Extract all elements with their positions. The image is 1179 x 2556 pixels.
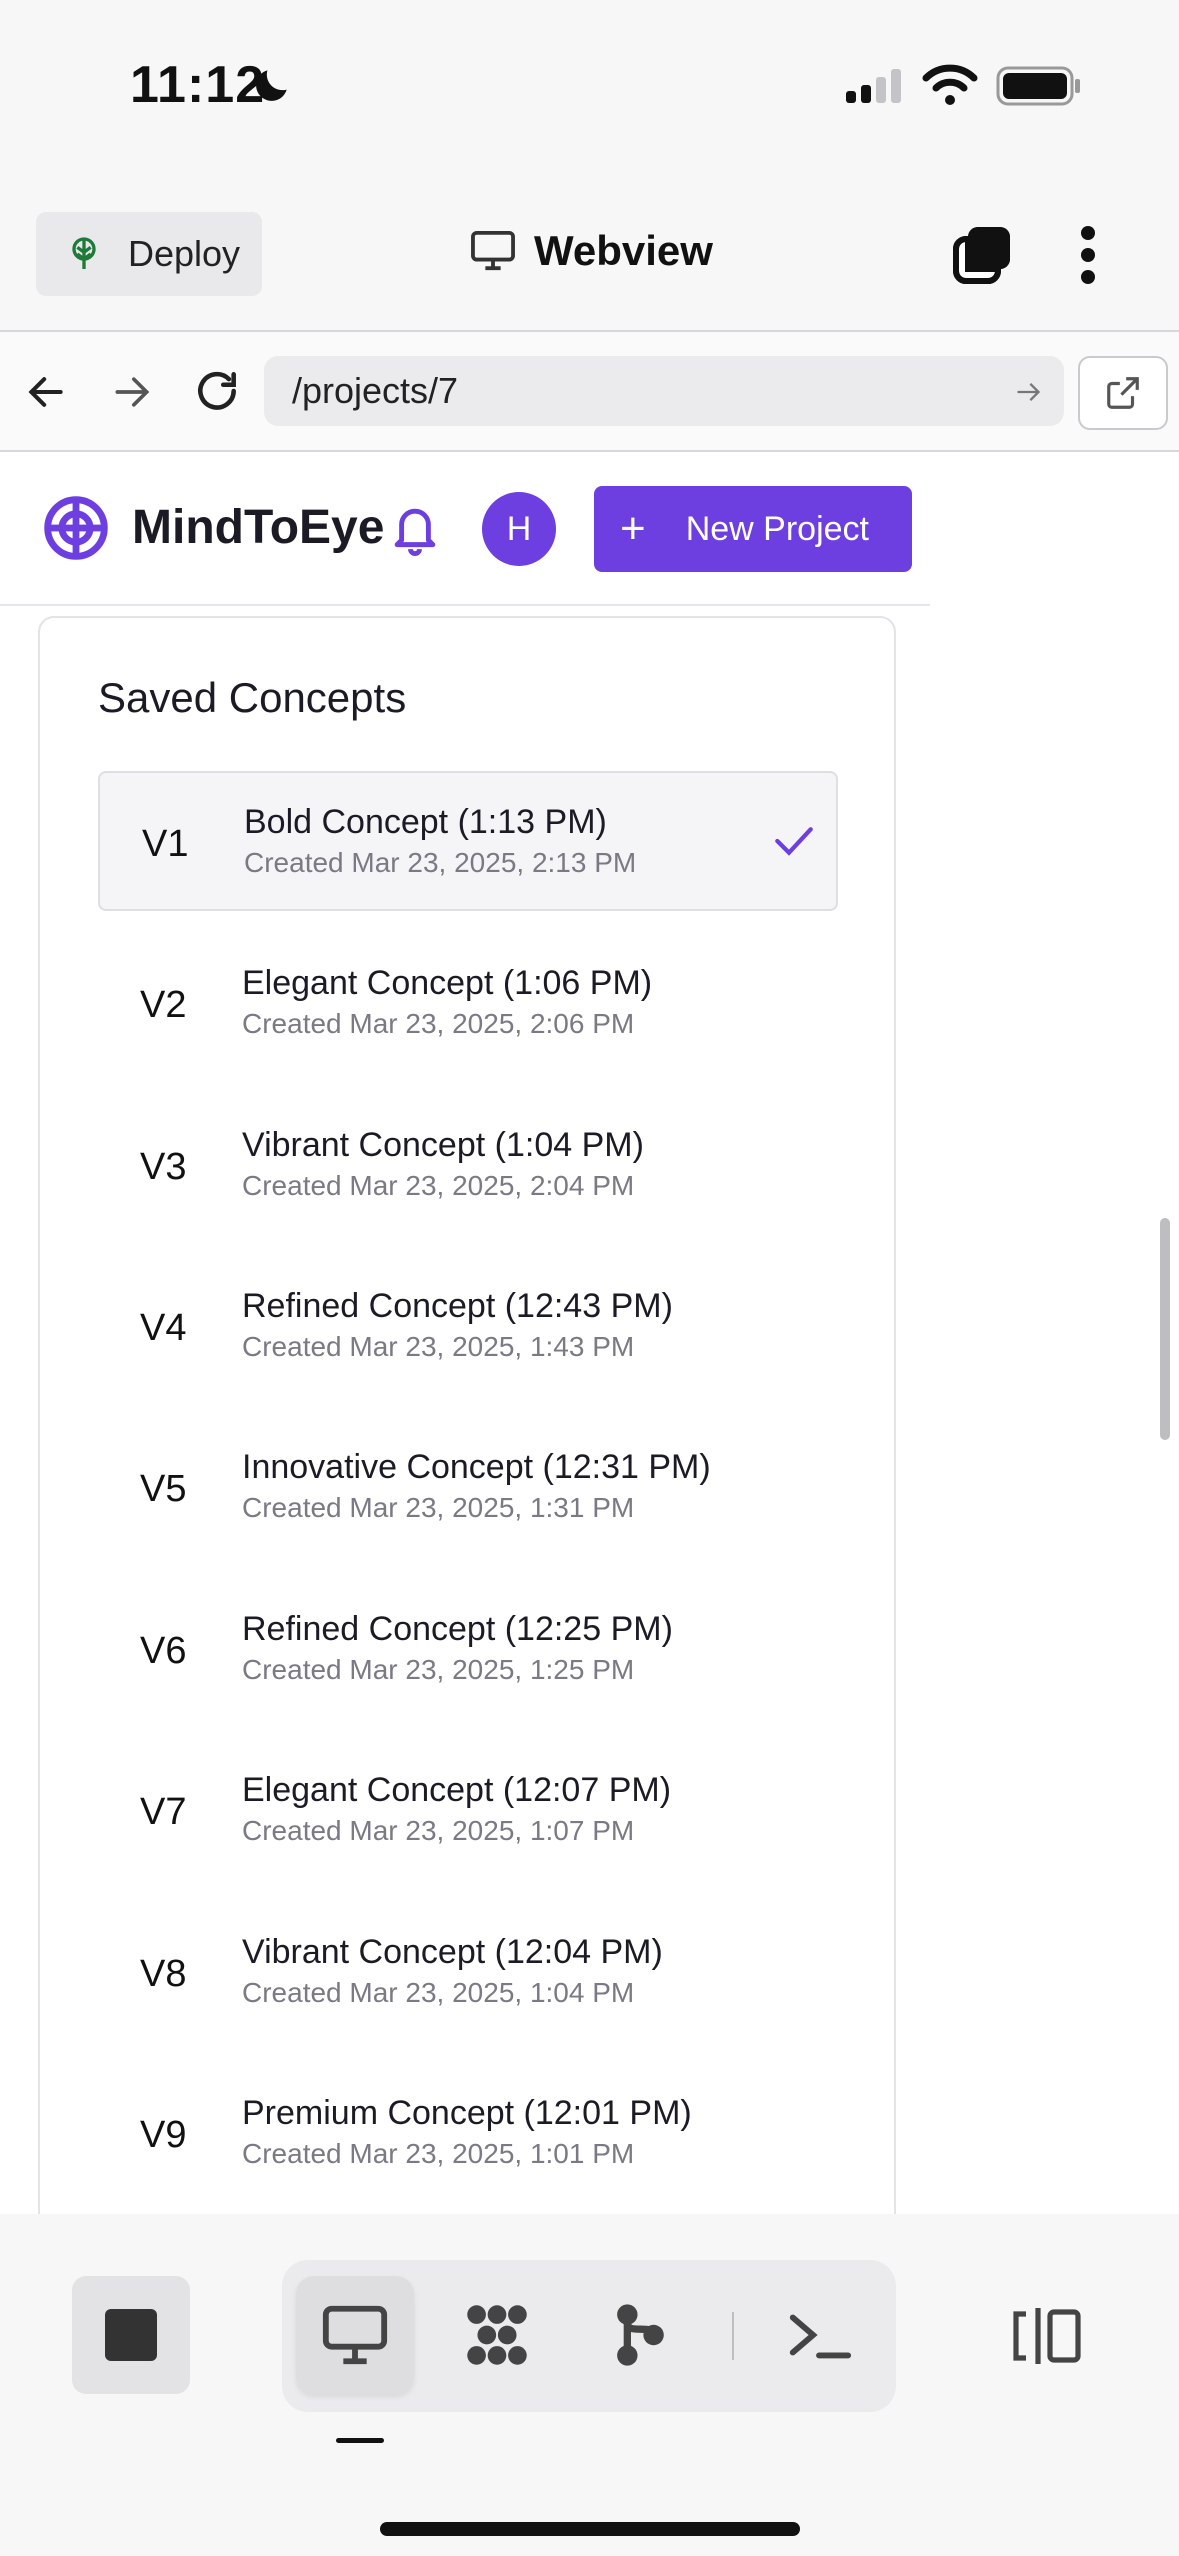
- bottom-toolbar: [0, 2214, 1179, 2556]
- concept-title: Refined Concept (12:43 PM): [242, 1287, 673, 1325]
- concept-date: Created Mar 23, 2025, 2:04 PM: [242, 1170, 635, 1201]
- version-label: V9: [140, 2114, 187, 2156]
- concept-item[interactable]: V5 Innovative Concept (12:31 PM) Created…: [98, 1418, 834, 1554]
- site-header: MindToEye H + New Project: [0, 452, 930, 606]
- concept-date: Created Mar 23, 2025, 1:43 PM: [242, 1331, 635, 1362]
- card-title: Saved Concepts: [98, 674, 407, 721]
- stop-icon: [105, 2309, 157, 2361]
- go-arrow-icon[interactable]: [1014, 378, 1042, 406]
- monitor-icon: [322, 2305, 388, 2365]
- browser-nav-bar: /projects/7: [0, 332, 1179, 452]
- status-time: 11:12: [130, 56, 266, 114]
- version-label: V5: [140, 1468, 187, 1510]
- tool-terminal[interactable]: [760, 2276, 878, 2394]
- reload-icon[interactable]: [192, 366, 242, 416]
- concept-item[interactable]: V1 Bold Concept (1:13 PM) Created Mar 23…: [98, 771, 838, 911]
- concept-title: Vibrant Concept (1:04 PM): [242, 1126, 644, 1164]
- saved-concepts-card: Saved Concepts V1 Bold Concept (1:13 PM)…: [38, 616, 896, 2214]
- concept-title: Premium Concept (12:01 PM): [242, 2094, 692, 2132]
- tool-group: [282, 2260, 896, 2412]
- version-label: V8: [140, 1953, 187, 1995]
- avatar[interactable]: H: [482, 492, 556, 566]
- tool-separator: [732, 2312, 734, 2360]
- concept-date: Created Mar 23, 2025, 1:01 PM: [242, 2138, 635, 2169]
- version-label: V1: [142, 823, 189, 865]
- status-bar: 11:12: [0, 0, 1179, 175]
- open-external-button[interactable]: [1078, 356, 1168, 430]
- tool-workflow[interactable]: [438, 2276, 556, 2394]
- version-label: V7: [140, 1791, 187, 1833]
- concept-item[interactable]: V7 Elegant Concept (12:07 PM) Created Ma…: [98, 1741, 834, 1877]
- back-arrow-icon[interactable]: [24, 370, 68, 414]
- new-project-button[interactable]: + New Project: [594, 486, 912, 572]
- split-view-icon[interactable]: [1010, 2306, 1082, 2366]
- battery-icon: [996, 66, 1080, 106]
- webview-title: Webview: [470, 227, 713, 275]
- brand-name[interactable]: MindToEye: [132, 500, 384, 555]
- version-label: V4: [140, 1307, 187, 1349]
- url-text: /projects/7: [292, 370, 459, 411]
- check-icon: [775, 827, 813, 856]
- tabs-icon[interactable]: [950, 223, 1014, 287]
- concept-date: Created Mar 23, 2025, 1:25 PM: [242, 1654, 635, 1685]
- app-bar: Deploy Webview: [0, 175, 1179, 332]
- deploy-tree-icon: [72, 237, 96, 269]
- concept-item[interactable]: V2 Elegant Concept (1:06 PM) Created Mar…: [98, 934, 834, 1070]
- crosshair-logo-icon[interactable]: [42, 494, 110, 562]
- concept-item[interactable]: V8 Vibrant Concept (12:04 PM) Created Ma…: [98, 1903, 834, 2039]
- concept-date: Created Mar 23, 2025, 2:06 PM: [242, 1008, 635, 1039]
- concept-title: Vibrant Concept (12:04 PM): [242, 1933, 663, 1971]
- url-input[interactable]: /projects/7: [264, 356, 1064, 426]
- workflow-icon: [467, 2305, 527, 2365]
- moon-icon: [256, 70, 287, 101]
- terminal-icon: [789, 2314, 852, 2359]
- concept-date: Created Mar 23, 2025, 1:31 PM: [242, 1492, 635, 1523]
- concept-date: Created Mar 23, 2025, 1:07 PM: [242, 1815, 635, 1846]
- concept-date: Created Mar 23, 2025, 1:04 PM: [242, 1977, 635, 2008]
- webview-title-text: Webview: [534, 227, 713, 274]
- plus-icon: +: [620, 504, 646, 553]
- tool-webview[interactable]: [296, 2276, 414, 2394]
- active-tab-indicator: [336, 2438, 384, 2443]
- stop-button[interactable]: [72, 2276, 190, 2394]
- web-content: MindToEye H + New Project Saved Concepts…: [0, 452, 1179, 2214]
- concept-title: Elegant Concept (1:06 PM): [242, 964, 653, 1002]
- concept-item[interactable]: V3 Vibrant Concept (1:04 PM) Created Mar…: [98, 1096, 834, 1232]
- version-label: V2: [140, 984, 187, 1026]
- concept-title: Refined Concept (12:25 PM): [242, 1610, 673, 1648]
- concept-date: Created Mar 23, 2025, 2:13 PM: [244, 847, 637, 878]
- version-label: V3: [140, 1146, 187, 1188]
- deploy-label: Deploy: [128, 233, 241, 274]
- deploy-button[interactable]: Deploy: [36, 212, 262, 296]
- monitor-icon: [471, 230, 515, 271]
- cellular-signal-icon: [846, 69, 901, 103]
- tool-git[interactable]: [580, 2276, 698, 2394]
- scrollbar-thumb[interactable]: [1160, 1218, 1170, 1440]
- new-project-label: New Project: [685, 509, 869, 548]
- concept-item[interactable]: V6 Refined Concept (12:25 PM) Created Ma…: [98, 1580, 834, 1716]
- external-link-icon: [1107, 377, 1139, 409]
- more-options-icon[interactable]: [1070, 223, 1106, 287]
- wifi-icon: [922, 64, 978, 105]
- bell-icon[interactable]: [388, 500, 442, 558]
- concept-item[interactable]: V4 Refined Concept (12:43 PM) Created Ma…: [98, 1257, 834, 1393]
- git-branch-icon: [617, 2304, 664, 2366]
- forward-arrow-icon[interactable]: [110, 370, 154, 414]
- version-label: V6: [140, 1630, 187, 1672]
- concept-title: Innovative Concept (12:31 PM): [242, 1448, 711, 1486]
- home-indicator[interactable]: [380, 2522, 800, 2536]
- concept-title: Bold Concept (1:13 PM): [244, 803, 607, 841]
- concept-item[interactable]: V9 Premium Concept (12:01 PM) Created Ma…: [98, 2064, 834, 2200]
- concept-title: Elegant Concept (12:07 PM): [242, 1771, 672, 1809]
